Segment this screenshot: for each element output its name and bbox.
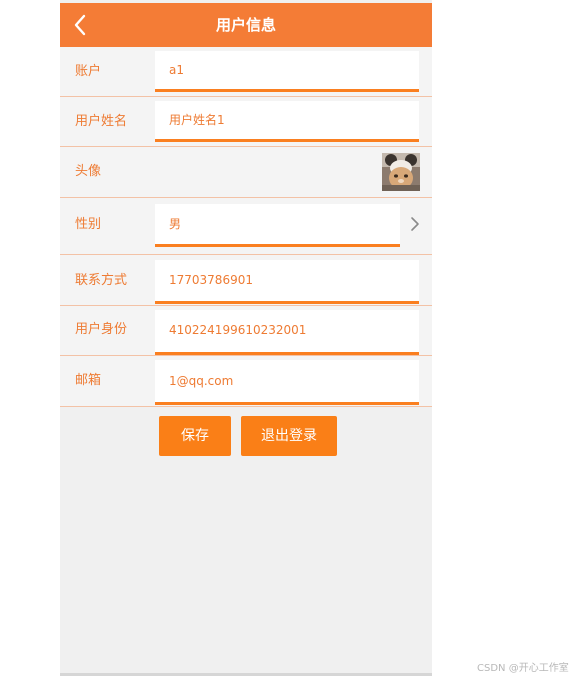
logout-button[interactable]: 退出登录 (241, 416, 337, 456)
account-row: 账户 a1 (60, 47, 432, 97)
top-bar: 用户信息 (60, 3, 432, 47)
email-row: 邮箱 1@qq.com (60, 356, 432, 407)
contact-label: 联系方式 (75, 273, 128, 288)
avatar-row: 头像 (60, 147, 432, 198)
avatar-label: 头像 (75, 164, 102, 179)
idcard-row: 用户身份 410224199610232001 (60, 306, 432, 356)
chevron-right-icon[interactable] (408, 215, 422, 233)
name-value: 用户姓名1 (169, 113, 225, 127)
idcard-value: 410224199610232001 (169, 323, 307, 337)
account-label: 账户 (75, 64, 102, 79)
avatar[interactable] (382, 153, 420, 191)
gender-row: 性别 男 (60, 198, 432, 255)
gender-select[interactable]: 男 (155, 204, 400, 247)
account-value: a1 (169, 63, 184, 77)
account-field[interactable]: a1 (155, 51, 419, 92)
contact-field[interactable]: 17703786901 (155, 260, 419, 304)
email-field[interactable]: 1@qq.com (155, 360, 419, 405)
save-button[interactable]: 保存 (159, 416, 231, 456)
avatar-image (382, 153, 420, 191)
email-value: 1@qq.com (169, 374, 234, 388)
watermark: CSDN @开心工作室 (477, 663, 569, 674)
page-title: 用户信息 (215, 16, 276, 34)
idcard-field[interactable]: 410224199610232001 (155, 310, 419, 355)
contact-value: 17703786901 (169, 273, 253, 287)
contact-row: 联系方式 17703786901 (60, 255, 432, 306)
name-label: 用户姓名 (75, 114, 128, 129)
phone-screen: 用户信息 账户 a1 用户姓名 用户姓名1 头像 性别 男 联系方式 17703… (60, 0, 432, 676)
email-label: 邮箱 (75, 373, 102, 388)
name-field[interactable]: 用户姓名1 (155, 101, 419, 142)
idcard-label: 用户身份 (75, 322, 128, 337)
name-row: 用户姓名 用户姓名1 (60, 97, 432, 147)
gender-value: 男 (169, 217, 182, 231)
gender-label: 性别 (75, 217, 102, 232)
